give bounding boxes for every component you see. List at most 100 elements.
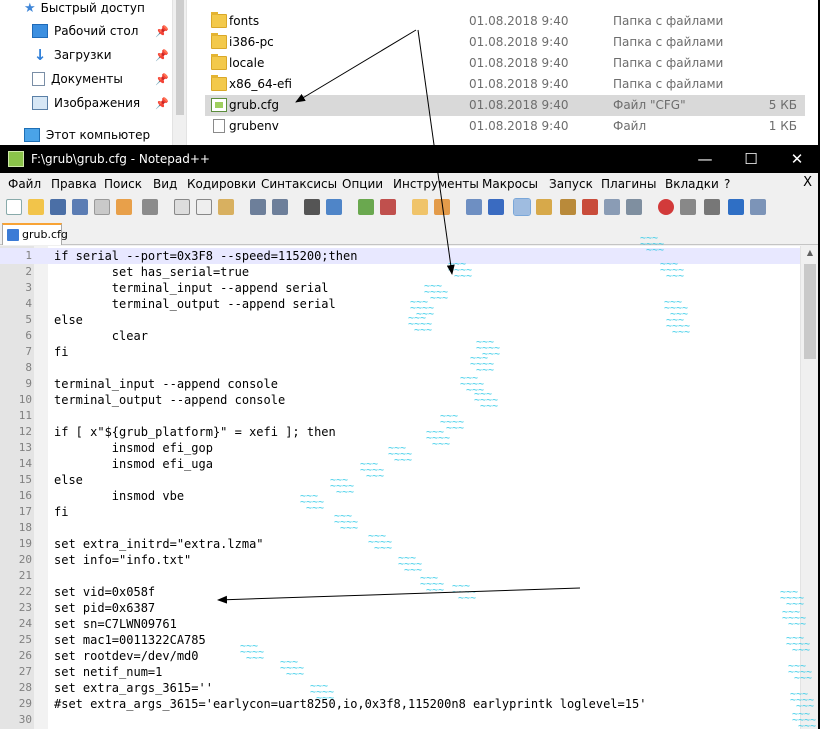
save-all-icon[interactable] — [72, 199, 88, 215]
save-macro-icon[interactable] — [750, 199, 766, 215]
open-file-icon[interactable] — [28, 199, 44, 215]
menu-encoding[interactable]: Кодировки — [187, 177, 256, 191]
code-line[interactable]: 8 — [0, 360, 800, 376]
code-line[interactable]: 28 set extra_args_3615='' — [0, 680, 800, 696]
indent-guide-icon[interactable] — [513, 198, 531, 216]
scrollbar-thumb[interactable] — [176, 0, 184, 115]
menu-tools[interactable]: Инструменты — [393, 177, 479, 191]
code-editor[interactable]: 1 if serial --port=0x3F8 --speed=115200;t… — [0, 246, 820, 729]
menu-view[interactable]: Вид — [153, 177, 177, 191]
file-row-fonts[interactable]: fonts 01.08.2018 9:40 Папка с файлами — [205, 11, 805, 32]
code-line[interactable]: 18 — [0, 520, 800, 536]
new-file-icon[interactable] — [6, 199, 22, 215]
notepadpp-app-icon[interactable] — [8, 151, 24, 167]
monitoring-icon[interactable] — [626, 199, 642, 215]
undo-icon[interactable] — [250, 199, 266, 215]
menu-help[interactable]: ? — [724, 177, 730, 191]
nav-item-pictures[interactable]: Изображения — [32, 92, 140, 114]
code-line[interactable]: 12 if [ x"${grub_platform}" = xefi ]; the… — [0, 424, 800, 440]
file-row-grubenv[interactable]: grubenv 01.08.2018 9:40 Файл 1 КБ — [205, 116, 805, 137]
scrollbar-thumb[interactable] — [804, 264, 816, 359]
code-line[interactable]: 2 set has_serial=true — [0, 264, 800, 280]
sync-vertical-icon[interactable] — [412, 199, 428, 215]
code-line[interactable]: 15 else — [0, 472, 800, 488]
close-document-button[interactable]: X — [803, 175, 812, 190]
file-row-i386-pc[interactable]: i386-pc 01.08.2018 9:40 Папка с файлами — [205, 32, 805, 53]
word-wrap-icon[interactable] — [466, 199, 482, 215]
code-line[interactable]: 16 insmod vbe — [0, 488, 800, 504]
code-line[interactable]: 26 set rootdev=/dev/md0 — [0, 648, 800, 664]
code-line[interactable]: 17 fi — [0, 504, 800, 520]
record-macro-icon[interactable] — [658, 199, 674, 215]
code-line[interactable]: 22 set vid=0x058f — [0, 584, 800, 600]
code-line[interactable]: 14 insmod efi_uga — [0, 456, 800, 472]
close-file-icon[interactable] — [94, 199, 110, 215]
redo-icon[interactable] — [272, 199, 288, 215]
replace-icon[interactable] — [326, 199, 342, 215]
navigation-scrollbar[interactable] — [172, 0, 187, 145]
sync-horizontal-icon[interactable] — [434, 199, 450, 215]
menu-file[interactable]: Файл — [8, 177, 41, 191]
file-row-x86-64-efi[interactable]: x86_64-efi 01.08.2018 9:40 Папка с файла… — [205, 74, 805, 95]
close-button[interactable]: ✕ — [774, 145, 820, 173]
cut-icon[interactable] — [174, 199, 190, 215]
tab-grub-cfg[interactable]: grub.cfg — [2, 223, 68, 245]
menu-macros[interactable]: Макросы — [482, 177, 538, 191]
folder-as-workspace-icon[interactable] — [604, 199, 620, 215]
file-row-locale[interactable]: locale 01.08.2018 9:40 Папка с файлами — [205, 53, 805, 74]
nav-this-pc[interactable]: Этот компьютер — [24, 124, 150, 146]
vertical-scrollbar[interactable]: ▲ — [800, 246, 818, 729]
code-line[interactable]: 11 — [0, 408, 800, 424]
code-line[interactable]: 25 set mac1=0011322CA785 — [0, 632, 800, 648]
close-all-icon[interactable] — [116, 199, 132, 215]
find-icon[interactable] — [304, 199, 320, 215]
code-line[interactable]: 13 insmod efi_gop — [0, 440, 800, 456]
code-line[interactable]: 27 set netif_num=1 — [0, 664, 800, 680]
scroll-up-arrow-icon[interactable]: ▲ — [801, 248, 819, 257]
code-line[interactable]: 20 set info="info.txt" — [0, 552, 800, 568]
menu-search[interactable]: Поиск — [104, 177, 142, 191]
code-line[interactable]: 1 if serial --port=0x3F8 --speed=115200;t… — [0, 248, 800, 264]
function-list-icon[interactable] — [582, 199, 598, 215]
save-icon[interactable] — [50, 199, 66, 215]
run-macro-multiple-icon[interactable] — [728, 199, 744, 215]
code-line[interactable]: 3 terminal_input --append serial — [0, 280, 800, 296]
line-number: 29 — [18, 697, 32, 710]
code-line[interactable]: 30 — [0, 712, 800, 728]
nav-item-downloads[interactable]: ↓ Загрузки — [32, 44, 112, 66]
code-line[interactable]: 5 else — [0, 312, 800, 328]
copy-icon[interactable] — [196, 199, 212, 215]
file-row-grub-cfg[interactable]: grub.cfg 01.08.2018 9:40 Файл "CFG" 5 КБ — [205, 95, 805, 116]
menu-options[interactable]: Опции — [342, 177, 383, 191]
user-defined-language-icon[interactable] — [536, 199, 552, 215]
show-all-characters-icon[interactable] — [488, 199, 504, 215]
code-line[interactable]: 29 #set extra_args_3615='earlycon=uart825… — [0, 696, 800, 712]
menu-tabs[interactable]: Вкладки — [665, 177, 719, 191]
title-bar[interactable]: F:\grub\grub.cfg - Notepad++ — ☐ ✕ — [0, 145, 820, 173]
code-line[interactable]: 10 terminal_output --append console — [0, 392, 800, 408]
code-line[interactable]: 21 — [0, 568, 800, 584]
playback-macro-icon[interactable] — [704, 199, 720, 215]
zoom-in-icon[interactable] — [358, 199, 374, 215]
zoom-out-icon[interactable] — [380, 199, 396, 215]
document-map-icon[interactable] — [560, 199, 576, 215]
nav-quick-access[interactable]: ★ Быстрый доступ — [24, 0, 145, 19]
paste-icon[interactable] — [218, 199, 234, 215]
code-line[interactable]: 23 set pid=0x6387 — [0, 600, 800, 616]
menu-edit[interactable]: Правка — [51, 177, 97, 191]
print-icon[interactable] — [142, 199, 158, 215]
minimize-button[interactable]: — — [682, 145, 728, 173]
maximize-button[interactable]: ☐ — [728, 145, 774, 173]
code-line[interactable]: 9 terminal_input --append console — [0, 376, 800, 392]
menu-syntax[interactable]: Синтаксисы — [261, 177, 337, 191]
nav-item-desktop[interactable]: Рабочий стол — [32, 20, 138, 42]
code-line[interactable]: 7 fi — [0, 344, 800, 360]
code-line[interactable]: 4 terminal_output --append serial — [0, 296, 800, 312]
nav-item-documents[interactable]: Документы — [32, 68, 123, 90]
menu-run[interactable]: Запуск — [549, 177, 593, 191]
menu-plugins[interactable]: Плагины — [601, 177, 656, 191]
code-line[interactable]: 6 clear — [0, 328, 800, 344]
code-line[interactable]: 19 set extra_initrd="extra.lzma" — [0, 536, 800, 552]
code-line[interactable]: 24 set sn=C7LWN09761 — [0, 616, 800, 632]
stop-recording-icon[interactable] — [680, 199, 696, 215]
